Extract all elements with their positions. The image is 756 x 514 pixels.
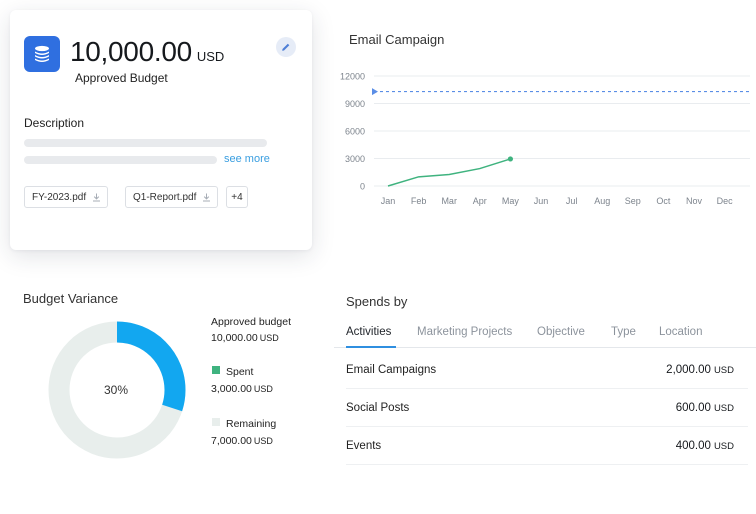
spends-by-title: Spends by: [346, 294, 408, 309]
spent-value: 3,000.00: [211, 383, 252, 395]
x-tick-label: Feb: [411, 196, 427, 206]
remaining-legend-label: Remaining: [226, 418, 277, 430]
y-tick-label: 9000: [345, 99, 365, 109]
active-tab-indicator: [346, 346, 396, 348]
series-line: [387, 158, 511, 187]
file-chip-q1-report[interactable]: Q1-Report.pdf: [125, 186, 219, 208]
spent-legend-swatch: [212, 366, 220, 374]
row-value: 600.00 USD: [676, 402, 734, 414]
table-row[interactable]: Email Campaigns 2,000.00 USD: [346, 351, 748, 389]
x-tick-label: Jul: [566, 196, 578, 206]
more-files-chip[interactable]: +4: [226, 186, 248, 208]
description-line-2: [24, 156, 217, 164]
x-tick-label: Apr: [473, 196, 487, 206]
donut-center-percent: 30%: [103, 383, 129, 397]
unit: USD: [713, 403, 734, 414]
download-icon[interactable]: [92, 193, 101, 202]
budget-variance-title: Budget Variance: [23, 291, 119, 306]
row-value: 400.00 USD: [676, 440, 734, 452]
email-campaign-line-chart: 12000 9000 6000 3000 0 Jan Feb Mar Apr May Jun Jul A…: [340, 72, 750, 206]
table-row[interactable]: Events 400.00 USD: [346, 427, 748, 465]
unit: USD: [253, 384, 273, 394]
unit: USD: [259, 333, 279, 343]
description-title: Description: [24, 116, 85, 130]
unit: USD: [253, 436, 273, 446]
spent-legend-label: Spent: [226, 366, 254, 378]
remaining-value: 7,000.00: [211, 435, 252, 447]
spent-legend-value: 3,000.00 USD: [211, 383, 273, 395]
row-name: Email Campaigns: [346, 364, 437, 376]
x-tick-label: Nov: [686, 196, 703, 206]
y-tick-label: 12000: [340, 72, 365, 82]
tab-location[interactable]: Location: [659, 326, 702, 338]
tab-objective[interactable]: Objective: [537, 326, 585, 338]
series-end-point: [507, 156, 513, 162]
x-tick-label: Jun: [534, 196, 549, 206]
budget-amount: 10,000.00: [70, 36, 192, 67]
row-value: 2,000.00 USD: [666, 364, 734, 376]
see-more-link[interactable]: see more: [224, 153, 270, 165]
remaining-legend-value: 7,000.00 USD: [211, 435, 273, 447]
budget-card: 10,000.00 USD Approved Budget Descriptio…: [10, 10, 312, 250]
y-tick-label: 6000: [345, 127, 365, 137]
row-amount: 400.00: [675, 440, 711, 452]
unit: USD: [713, 365, 734, 376]
budget-amount-row: 10,000.00 USD: [70, 36, 224, 68]
budget-currency: USD: [196, 49, 225, 64]
table-row[interactable]: Social Posts 600.00 USD: [346, 389, 748, 427]
y-tick-label: 0: [360, 182, 365, 192]
row-name: Events: [346, 440, 382, 452]
file-name: Q1-Report.pdf: [133, 191, 197, 203]
x-tick-label: Sep: [625, 196, 641, 206]
approved-budget-legend-value: 10,000.00 USD: [211, 332, 279, 344]
pencil-icon: [282, 43, 290, 51]
approved-budget-legend-label: Approved budget: [211, 316, 291, 328]
spends-by-tabs: Activities Marketing Projects Objective …: [334, 320, 756, 348]
row-amount: 600.00: [675, 402, 711, 414]
file-name: FY-2023.pdf: [32, 191, 87, 203]
row-name: Social Posts: [346, 402, 410, 414]
approved-budget-label: Approved Budget: [75, 71, 168, 85]
x-tick-label: May: [502, 196, 520, 206]
x-tick-label: Oct: [656, 196, 671, 206]
remaining-legend-swatch: [212, 418, 220, 426]
y-tick-label: 3000: [345, 154, 365, 164]
x-tick-label: Dec: [717, 196, 734, 206]
x-tick-label: Aug: [594, 196, 610, 206]
edit-button[interactable]: [276, 37, 296, 57]
approved-value: 10,000.00: [211, 332, 258, 344]
target-marker: [372, 88, 378, 96]
x-tick-label: Jan: [381, 196, 396, 206]
tab-activities[interactable]: Activities: [346, 326, 391, 338]
tab-marketing-projects[interactable]: Marketing Projects: [417, 326, 512, 338]
unit: USD: [713, 441, 734, 452]
row-amount: 2,000.00: [666, 364, 711, 376]
chart-title: Email Campaign: [349, 32, 445, 47]
download-icon[interactable]: [202, 193, 211, 202]
x-tick-label: Mar: [441, 196, 457, 206]
tab-type[interactable]: Type: [611, 326, 636, 338]
description-line-1: [24, 139, 267, 147]
file-chip-fy2023[interactable]: FY-2023.pdf: [24, 186, 109, 208]
coins-icon: [24, 36, 60, 72]
